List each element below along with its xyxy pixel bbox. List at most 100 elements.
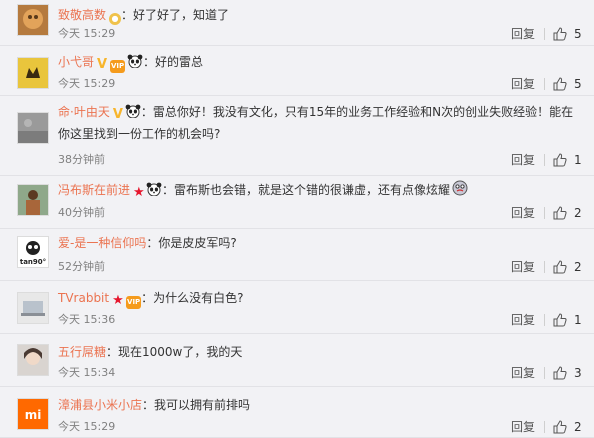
comment-actions: 回复 1	[511, 151, 582, 168]
dizzy-emoji-icon	[452, 180, 468, 202]
avatar[interactable]: mi	[17, 398, 49, 430]
username-link[interactable]: 致敬高数	[58, 8, 106, 22]
comment-line: 爱-是一种信仰吗：你是皮皮军吗?	[58, 233, 580, 253]
timestamp: 38分钟前	[58, 153, 105, 166]
like-button[interactable]: 5	[553, 77, 582, 91]
avatar[interactable]	[17, 57, 49, 89]
divider	[544, 313, 545, 326]
like-button[interactable]: 2	[553, 260, 582, 274]
avatar-caption: tan90°	[19, 258, 47, 266]
username-link[interactable]: 漳浦县小米小店	[58, 398, 142, 412]
comment-line: 命·叶由天 V ：雷总你好！我没有文化，只有15年的业务工作经验和N次的创业失败经验…	[58, 102, 580, 144]
comment-actions: 回复 5	[511, 25, 582, 42]
username-link[interactable]: 命·叶由天	[58, 105, 110, 119]
like-count: 5	[574, 76, 582, 91]
reply-button[interactable]: 回复	[511, 151, 535, 168]
timestamp: 40分钟前	[58, 206, 105, 219]
comment-item: tan90° 爱-是一种信仰吗：你是皮皮军吗? 52分钟前 回复 2	[0, 229, 594, 281]
divider	[544, 366, 545, 379]
comment-item: 致敬高数 ● ：好了好了，知道了今天 15:29 回复 5	[0, 0, 594, 46]
like-button[interactable]: 5	[553, 27, 582, 41]
timestamp: 今天 15:29	[58, 27, 116, 40]
reply-button[interactable]: 回复	[511, 75, 535, 92]
comment-text: ：为什么没有白色?	[141, 291, 244, 305]
comment-line: 冯布斯在前进 ★ ：雷布斯也会错，就是这个错的很谦虚，还有点像炫耀	[58, 180, 580, 202]
username-link[interactable]: 冯布斯在前进	[58, 183, 130, 197]
comment-body: TVrabbit ★ VIP：为什么没有白色?	[58, 288, 580, 309]
thumbs-up-icon	[553, 419, 574, 434]
like-button[interactable]: 3	[553, 366, 582, 380]
comment-item: mi 漳浦县小米小店：我可以拥有前排吗今天 15:29 回复 2	[0, 387, 594, 438]
like-count: 1	[574, 312, 582, 327]
divider	[544, 77, 545, 90]
panda-emoji-icon	[146, 182, 162, 202]
timestamp: 今天 15:36	[58, 313, 116, 326]
comment-body: 冯布斯在前进 ★ ：雷布斯也会错，就是这个错的很谦虚，还有点像炫耀	[58, 180, 580, 202]
comment-body: 小弋哥 V VIP ：好的雷总	[58, 52, 580, 74]
reply-button[interactable]: 回复	[511, 258, 535, 275]
medal-badge-icon: ●	[109, 13, 122, 25]
like-count: 2	[574, 259, 582, 274]
reply-button[interactable]: 回复	[511, 418, 535, 435]
reply-button[interactable]: 回复	[511, 311, 535, 328]
comment-item: TVrabbit ★ VIP：为什么没有白色? 今天 15:36 回复 1	[0, 281, 594, 334]
panda-emoji-icon	[127, 54, 143, 74]
divider	[544, 153, 545, 166]
avatar[interactable]: tan90°	[17, 236, 49, 268]
comment-item: 命·叶由天 V ：雷总你好！我没有文化，只有15年的业务工作经验和N次的创业失败经验…	[0, 96, 594, 176]
avatar[interactable]	[17, 184, 49, 216]
avatar[interactable]	[17, 292, 49, 324]
thumbs-up-icon	[553, 26, 574, 41]
comment-item: 五行屌糖：现在1000w了，我的天今天 15:34 回复 3	[0, 334, 594, 387]
divider	[544, 420, 545, 433]
avatar[interactable]	[17, 344, 49, 376]
thumbs-up-icon	[553, 152, 574, 167]
timestamp: 今天 15:29	[58, 420, 116, 433]
comment-body: 爱-是一种信仰吗：你是皮皮军吗?	[58, 233, 580, 253]
comment-line: 小弋哥 V VIP ：好的雷总	[58, 52, 580, 74]
comment-item: 小弋哥 V VIP ：好的雷总 今天 15:29 回复 5	[0, 46, 594, 96]
divider	[544, 206, 545, 219]
avatar[interactable]	[17, 4, 49, 36]
thumbs-up-icon	[553, 365, 574, 380]
verified-v-icon: V	[112, 107, 123, 122]
like-button[interactable]: 2	[553, 420, 582, 434]
comment-line: 五行屌糖：现在1000w了，我的天	[58, 342, 580, 362]
reply-button[interactable]: 回复	[511, 25, 535, 42]
timestamp: 今天 15:34	[58, 366, 116, 379]
comment-actions: 回复 3	[511, 364, 582, 381]
vip-badge-icon: VIP	[110, 60, 126, 73]
comment-actions: 回复 2	[511, 204, 582, 221]
username-link[interactable]: 爱-是一种信仰吗	[58, 236, 146, 250]
username-link[interactable]: 五行屌糖	[58, 345, 106, 359]
vip-badge-icon: VIP	[126, 296, 142, 309]
avatar[interactable]	[17, 112, 49, 144]
comment-text: ：雷布斯也会错，就是这个错的很谦虚，还有点像炫耀	[162, 183, 451, 197]
comment-actions: 回复 5	[511, 75, 582, 92]
comment-text: ：现在1000w了，我的天	[106, 345, 243, 359]
like-button[interactable]: 1	[553, 153, 582, 167]
svg-text:mi: mi	[25, 408, 42, 422]
comment-body: 漳浦县小米小店：我可以拥有前排吗	[58, 395, 580, 415]
thumbs-up-icon	[553, 76, 574, 91]
like-count: 5	[574, 26, 582, 41]
comment-body: 致敬高数 ● ：好了好了，知道了	[58, 5, 580, 25]
comment-list: 致敬高数 ● ：好了好了，知道了 今天 15:29 回复 5 小弋哥 V VIP ：好的雷总 今天 …	[0, 0, 594, 438]
username-link[interactable]: 小弋哥	[58, 55, 94, 69]
reply-button[interactable]: 回复	[511, 364, 535, 381]
star-badge-icon: ★	[112, 293, 124, 308]
comment-line: TVrabbit ★ VIP：为什么没有白色?	[58, 288, 580, 309]
star-badge-icon: ★	[133, 185, 145, 200]
comment-text: ：我可以拥有前排吗	[142, 398, 251, 412]
comment-actions: 回复 1	[511, 311, 582, 328]
comment-body: 命·叶由天 V ：雷总你好！我没有文化，只有15年的业务工作经验和N次的创业失败经验…	[58, 102, 580, 144]
reply-button[interactable]: 回复	[511, 204, 535, 221]
username-link[interactable]: TVrabbit	[58, 291, 109, 305]
comment-line: 致敬高数 ● ：好了好了，知道了	[58, 5, 580, 25]
timestamp: 52分钟前	[58, 260, 105, 273]
thumbs-up-icon	[553, 205, 574, 220]
comment-text: ：好的雷总	[143, 55, 204, 69]
verified-v-icon: V	[97, 57, 108, 72]
like-button[interactable]: 2	[553, 206, 582, 220]
like-button[interactable]: 1	[553, 313, 582, 327]
